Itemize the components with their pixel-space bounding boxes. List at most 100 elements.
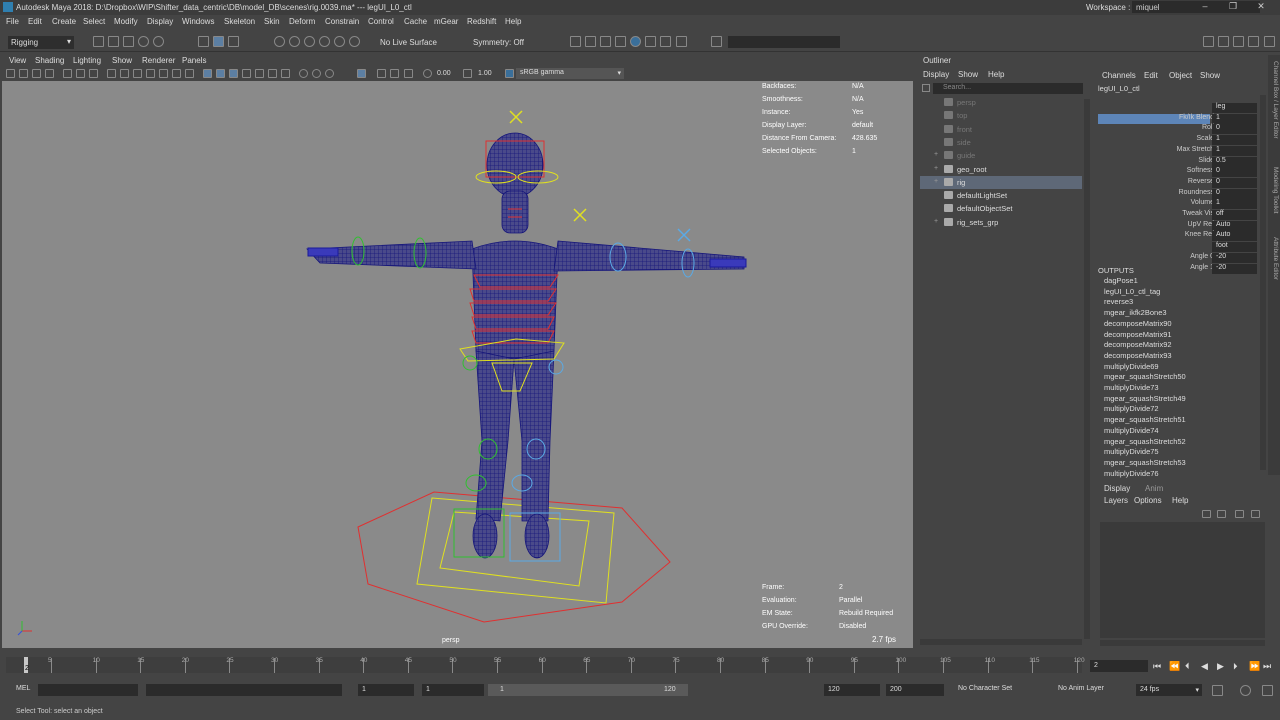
cb-attr-name[interactable]: Knee Ref — [1089, 231, 1214, 238]
outliner-item[interactable]: persp — [920, 96, 1082, 109]
cb-attr-value[interactable]: 1 — [1212, 113, 1257, 124]
cb-attr-value[interactable]: foot — [1212, 242, 1257, 253]
cb-attr-name[interactable]: Volume — [1089, 199, 1214, 206]
undo-icon[interactable] — [138, 36, 149, 47]
mode-select[interactable]: Rigging ▾ — [8, 36, 74, 49]
vp-menu-panels[interactable]: Panels — [182, 56, 206, 65]
anim-layer-select[interactable]: No Anim Layer — [1058, 685, 1104, 692]
move-layer-down-icon[interactable] — [1217, 510, 1226, 518]
cb-output-item[interactable]: dagPose1 — [1104, 276, 1138, 285]
play-forwards-icon[interactable]: ▶ — [1217, 661, 1224, 672]
vp-menu-renderer[interactable]: Renderer — [142, 56, 175, 65]
menu-modify[interactable]: Modify — [114, 17, 138, 26]
menu-control[interactable]: Control — [368, 17, 394, 26]
cb-output-item[interactable]: decomposeMatrix90 — [1104, 319, 1172, 328]
outliner-item[interactable]: defaultObjectSet — [920, 202, 1082, 215]
cb-output-item[interactable]: decomposeMatrix92 — [1104, 340, 1172, 349]
attribute-editor-icon[interactable] — [1233, 36, 1244, 47]
go-to-start-icon[interactable]: ⏮ — [1153, 661, 1161, 672]
cb-output-item[interactable]: multiplyDivide69 — [1104, 362, 1159, 371]
cb-attr-name[interactable]: Angle 0 — [1089, 253, 1214, 260]
render-setup-icon[interactable] — [645, 36, 656, 47]
select-camera-icon[interactable] — [6, 69, 15, 78]
cb-attr-name[interactable]: Softness — [1089, 167, 1214, 174]
light-editor-icon[interactable] — [660, 36, 671, 47]
exposure-icon[interactable] — [423, 69, 432, 78]
cb-attr-value[interactable]: 0 — [1212, 177, 1257, 188]
filter-icon[interactable] — [922, 84, 930, 92]
render-view-icon[interactable] — [630, 36, 641, 47]
wireframe-icon[interactable] — [159, 69, 168, 78]
outliner-item[interactable]: defaultLightSet — [920, 189, 1082, 202]
animation-start-field[interactable]: 1 — [358, 684, 414, 696]
layer-list[interactable] — [1100, 522, 1265, 638]
hud-icon[interactable] — [404, 69, 413, 78]
menu-edit[interactable]: Edit — [28, 17, 42, 26]
gamma-value[interactable]: 1.00 — [478, 70, 492, 77]
step-back-key-icon[interactable]: ⏪ — [1169, 661, 1180, 672]
menu-skeleton[interactable]: Skeleton — [224, 17, 255, 26]
new-scene-icon[interactable] — [93, 36, 104, 47]
gate-mask-icon[interactable] — [107, 69, 116, 78]
redo-icon[interactable] — [153, 36, 164, 47]
smooth-shade-icon[interactable] — [172, 69, 181, 78]
motion-blur-icon[interactable] — [268, 69, 277, 78]
bookmarks-icon[interactable] — [32, 69, 41, 78]
outliner-item[interactable]: + guide — [920, 149, 1082, 162]
safe-action-icon[interactable] — [133, 69, 142, 78]
expand-icon[interactable]: + — [934, 151, 938, 158]
move-layer-up-icon[interactable] — [1202, 510, 1211, 518]
fps-select[interactable]: 24 fps ▾ — [1136, 684, 1202, 696]
cb-output-item[interactable]: reverse3 — [1104, 297, 1133, 306]
isolate-icon[interactable] — [312, 69, 321, 78]
safe-title-icon[interactable] — [146, 69, 155, 78]
range-end-field[interactable]: 120 — [824, 684, 880, 696]
menu-select[interactable]: Select — [83, 17, 105, 26]
loop-icon[interactable] — [1212, 685, 1223, 696]
cb-output-item[interactable]: multiplyDivide73 — [1104, 383, 1159, 392]
color-space-select[interactable]: sRGB gamma ▾ — [516, 68, 624, 79]
cb-menu-edit[interactable]: Edit — [1144, 71, 1158, 80]
cb-output-item[interactable]: multiplyDivide75 — [1104, 447, 1159, 456]
snap-pivot-icon[interactable] — [349, 36, 360, 47]
cb-attr-name[interactable]: Tweak Vis — [1089, 210, 1214, 217]
outliner-item[interactable]: + geo_root — [920, 163, 1082, 176]
outliner-menu-display[interactable]: Display — [923, 70, 949, 79]
hypershade-icon[interactable] — [615, 36, 626, 47]
lights-icon[interactable] — [229, 69, 238, 78]
time-slider[interactable]: 5 10 15 20 25 30 35 40 45 50 55 60 65 70 75 80 85 90 95 100… — [0, 655, 1090, 675]
cb-attr-name[interactable]: Slide — [1089, 157, 1214, 164]
cb-output-item[interactable]: mgear_squashStretch50 — [1104, 372, 1186, 381]
exposure-value[interactable]: 0.00 — [437, 70, 451, 77]
menu-create[interactable]: Create — [52, 17, 76, 26]
live-surface-label[interactable]: No Live Surface — [380, 38, 437, 47]
cb-menu-show[interactable]: Show — [1200, 71, 1220, 80]
command-line-input[interactable] — [38, 684, 138, 696]
cb-attr-name[interactable]: UpV Ref — [1089, 221, 1214, 228]
menu-file[interactable]: File — [6, 17, 19, 26]
cb-output-item[interactable]: mgear_squashStretch51 — [1104, 415, 1186, 424]
layer-menu-options[interactable]: Options — [1134, 496, 1162, 505]
animation-end-field[interactable]: 200 — [886, 684, 944, 696]
cb-attr-value[interactable]: 1 — [1212, 199, 1257, 210]
layer-menu-layers[interactable]: Layers — [1104, 496, 1128, 505]
menu-skin[interactable]: Skin — [264, 17, 280, 26]
cb-attr-name[interactable]: Scale — [1089, 135, 1214, 142]
cb-output-item[interactable]: multiplyDivide76 — [1104, 469, 1159, 478]
outliner-menu-help[interactable]: Help — [988, 70, 1004, 79]
cb-attr-value[interactable]: -20 — [1212, 263, 1257, 274]
expand-icon[interactable]: + — [934, 218, 938, 225]
vp-menu-show[interactable]: Show — [112, 56, 132, 65]
maximize-icon[interactable]: ❐ — [1224, 1, 1242, 13]
cb-attr-value[interactable]: 0 — [1212, 167, 1257, 178]
shadows-icon[interactable] — [242, 69, 251, 78]
tab-modeling-toolkit[interactable]: Modeling Toolkit — [1269, 167, 1279, 214]
snap-point-icon[interactable] — [304, 36, 315, 47]
open-scene-icon[interactable] — [108, 36, 119, 47]
cb-attr-value[interactable]: 0 — [1212, 188, 1257, 199]
save-scene-icon[interactable] — [123, 36, 134, 47]
cb-attr-value[interactable]: 0.5 — [1212, 156, 1257, 167]
cb-attr-value[interactable]: leg — [1212, 103, 1257, 113]
textured-icon[interactable] — [216, 69, 225, 78]
step-back-frame-icon[interactable]: ⏴ — [1185, 661, 1190, 672]
